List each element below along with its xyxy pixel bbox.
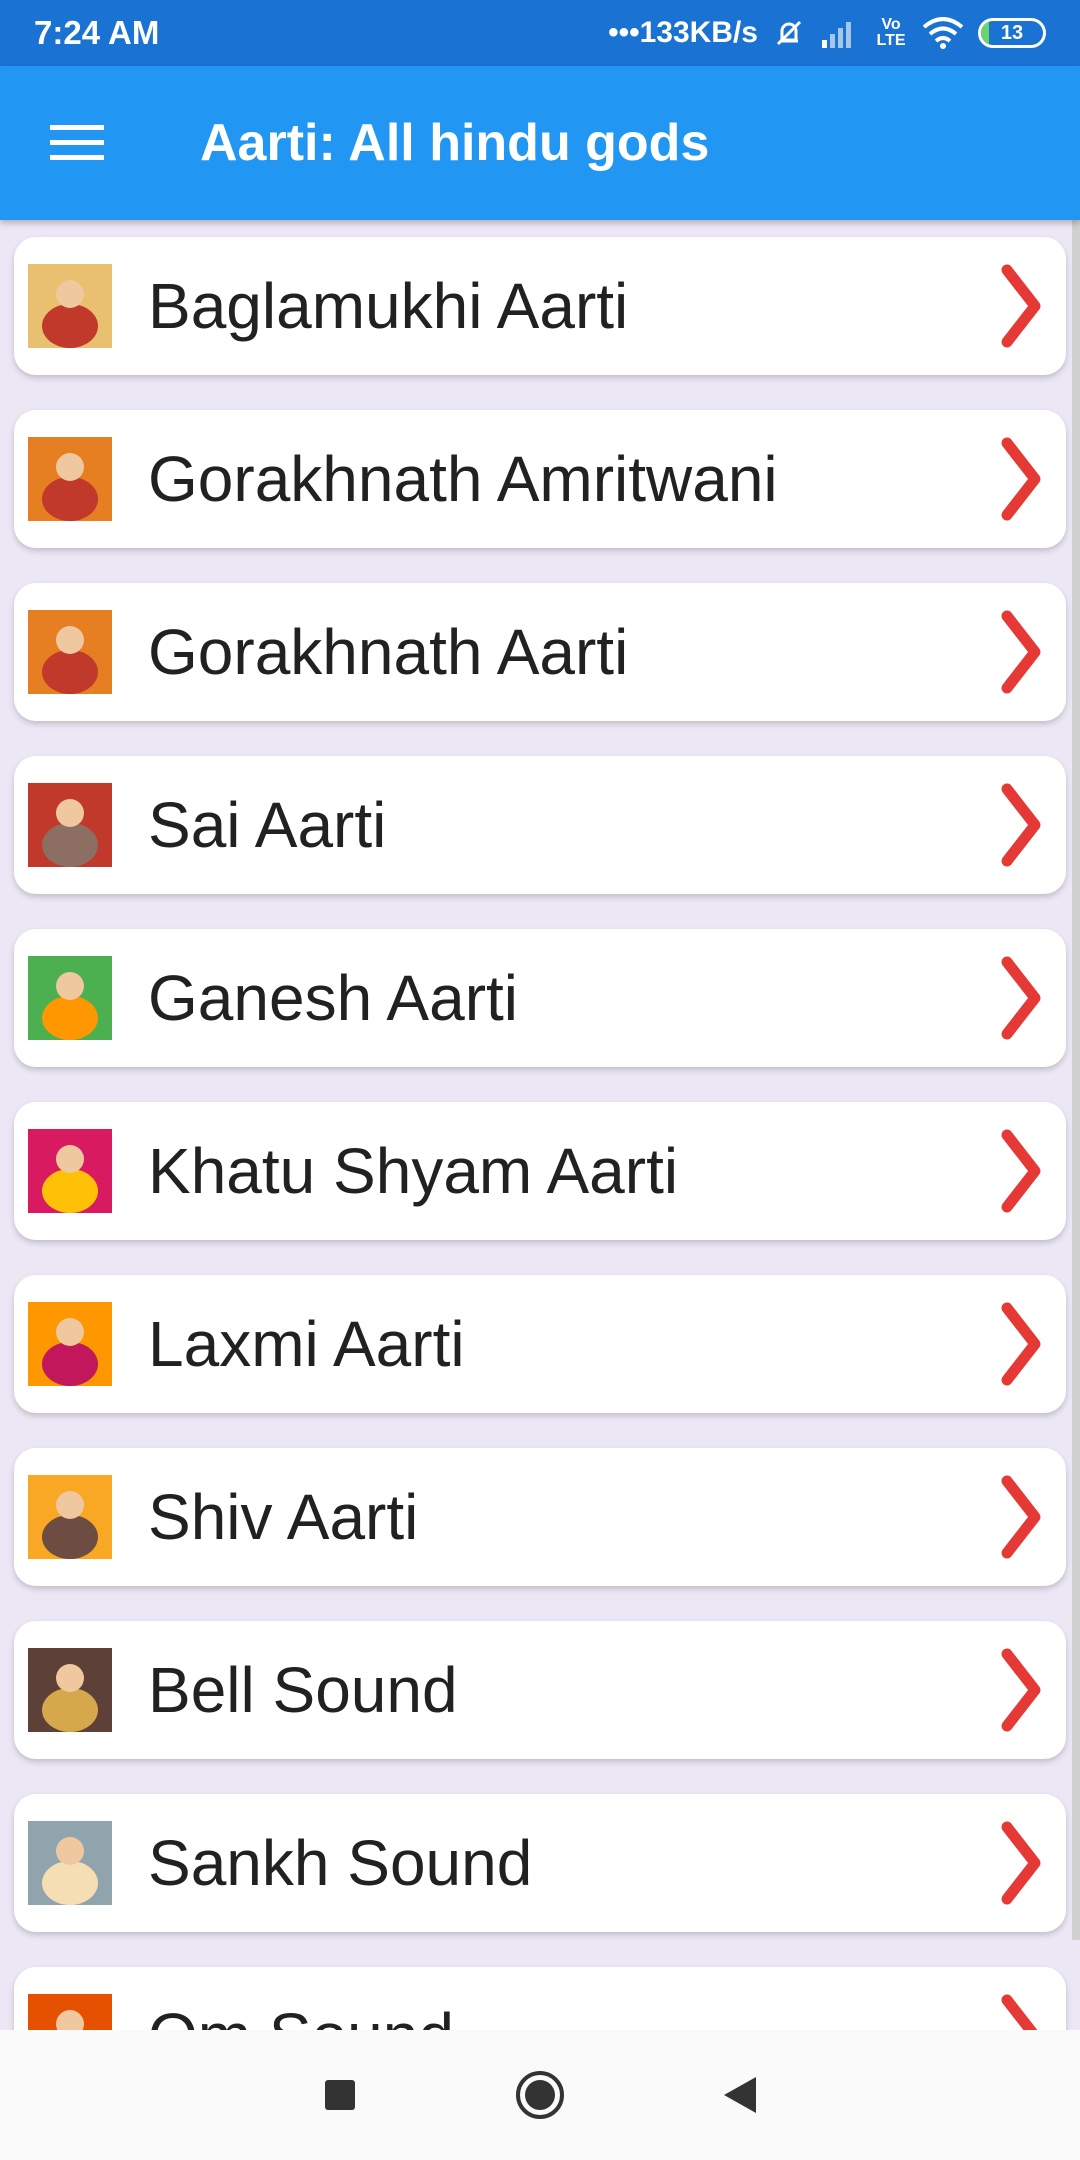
item-thumbnail (28, 956, 112, 1040)
item-thumbnail (28, 783, 112, 867)
circle-home-icon[interactable] (495, 2050, 585, 2140)
chevron-right-icon (986, 1640, 1056, 1740)
chevron-right-icon (986, 1121, 1056, 1221)
battery-icon: 13 (978, 18, 1046, 48)
list-item[interactable]: Sankh Sound (14, 1794, 1066, 1932)
chevron-right-icon (986, 256, 1056, 356)
item-label: Laxmi Aarti (148, 1308, 465, 1380)
list-item[interactable]: Bell Sound (14, 1621, 1066, 1759)
app-title: Aarti: All hindu gods (200, 114, 710, 172)
list-item[interactable]: Gorakhnath Aarti (14, 583, 1066, 721)
status-time: 7:24 AM (34, 14, 160, 51)
item-thumbnail (28, 1648, 112, 1732)
aarti-list[interactable]: Baglamukhi Aarti Gorakhnath Amritwani Gora… (0, 220, 1080, 2030)
network-speed: •••133KB/s (608, 16, 758, 49)
item-label: Sankh Sound (148, 1827, 533, 1899)
volte-label: Vo LTE (876, 16, 906, 49)
item-label: Khatu Shyam Aarti (148, 1135, 679, 1207)
list-item[interactable]: Ganesh Aarti (14, 929, 1066, 1067)
mute-icon (772, 16, 806, 50)
signal-icon (820, 18, 860, 48)
scrollbar[interactable] (1072, 220, 1080, 1940)
list-item[interactable]: Baglamukhi Aarti (14, 237, 1066, 375)
item-label: Shiv Aarti (148, 1481, 419, 1553)
chevron-right-icon (986, 948, 1056, 1048)
item-thumbnail (28, 1129, 112, 1213)
item-label: Bell Sound (148, 1654, 458, 1726)
list-item[interactable]: Om Sound (14, 1967, 1066, 2030)
hamburger-menu-icon[interactable] (0, 66, 200, 220)
item-thumbnail (28, 610, 112, 694)
list-item[interactable]: Sai Aarti (14, 756, 1066, 894)
chevron-right-icon (986, 1294, 1056, 1394)
item-label: Sai Aarti (148, 789, 387, 861)
square-recents-icon[interactable] (295, 2050, 385, 2140)
item-thumbnail (28, 1821, 112, 1905)
status-icons: •••133KB/s Vo LTE 13 (608, 16, 1046, 50)
wifi-icon (922, 17, 964, 49)
chevron-right-icon (986, 602, 1056, 702)
chevron-right-icon (986, 1986, 1056, 2030)
battery-fill (981, 21, 990, 45)
list-item[interactable]: Laxmi Aarti (14, 1275, 1066, 1413)
item-thumbnail (28, 1475, 112, 1559)
item-label: Gorakhnath Amritwani (148, 443, 778, 515)
item-label: Gorakhnath Aarti (148, 616, 629, 688)
item-label: Ganesh Aarti (148, 962, 518, 1034)
list-item[interactable]: Gorakhnath Amritwani (14, 410, 1066, 548)
item-label: Baglamukhi Aarti (148, 270, 629, 342)
chevron-right-icon (986, 429, 1056, 529)
item-thumbnail (28, 264, 112, 348)
battery-level: 13 (1000, 21, 1024, 44)
list-item[interactable]: Shiv Aarti (14, 1448, 1066, 1586)
item-label: Om Sound (148, 1999, 986, 2030)
triangle-back-icon[interactable] (695, 2050, 785, 2140)
item-thumbnail (28, 437, 112, 521)
list-item[interactable]: Khatu Shyam Aarti (14, 1102, 1066, 1240)
item-thumbnail (28, 1994, 112, 2030)
chevron-right-icon (986, 1467, 1056, 1567)
app-bar: Aarti: All hindu gods (0, 66, 1080, 220)
navigation-bar (0, 2030, 1080, 2160)
status-bar: 7:24 AM •••133KB/s Vo LTE 13 (0, 0, 1080, 66)
item-thumbnail (28, 1302, 112, 1386)
chevron-right-icon (986, 1813, 1056, 1913)
chevron-right-icon (986, 775, 1056, 875)
